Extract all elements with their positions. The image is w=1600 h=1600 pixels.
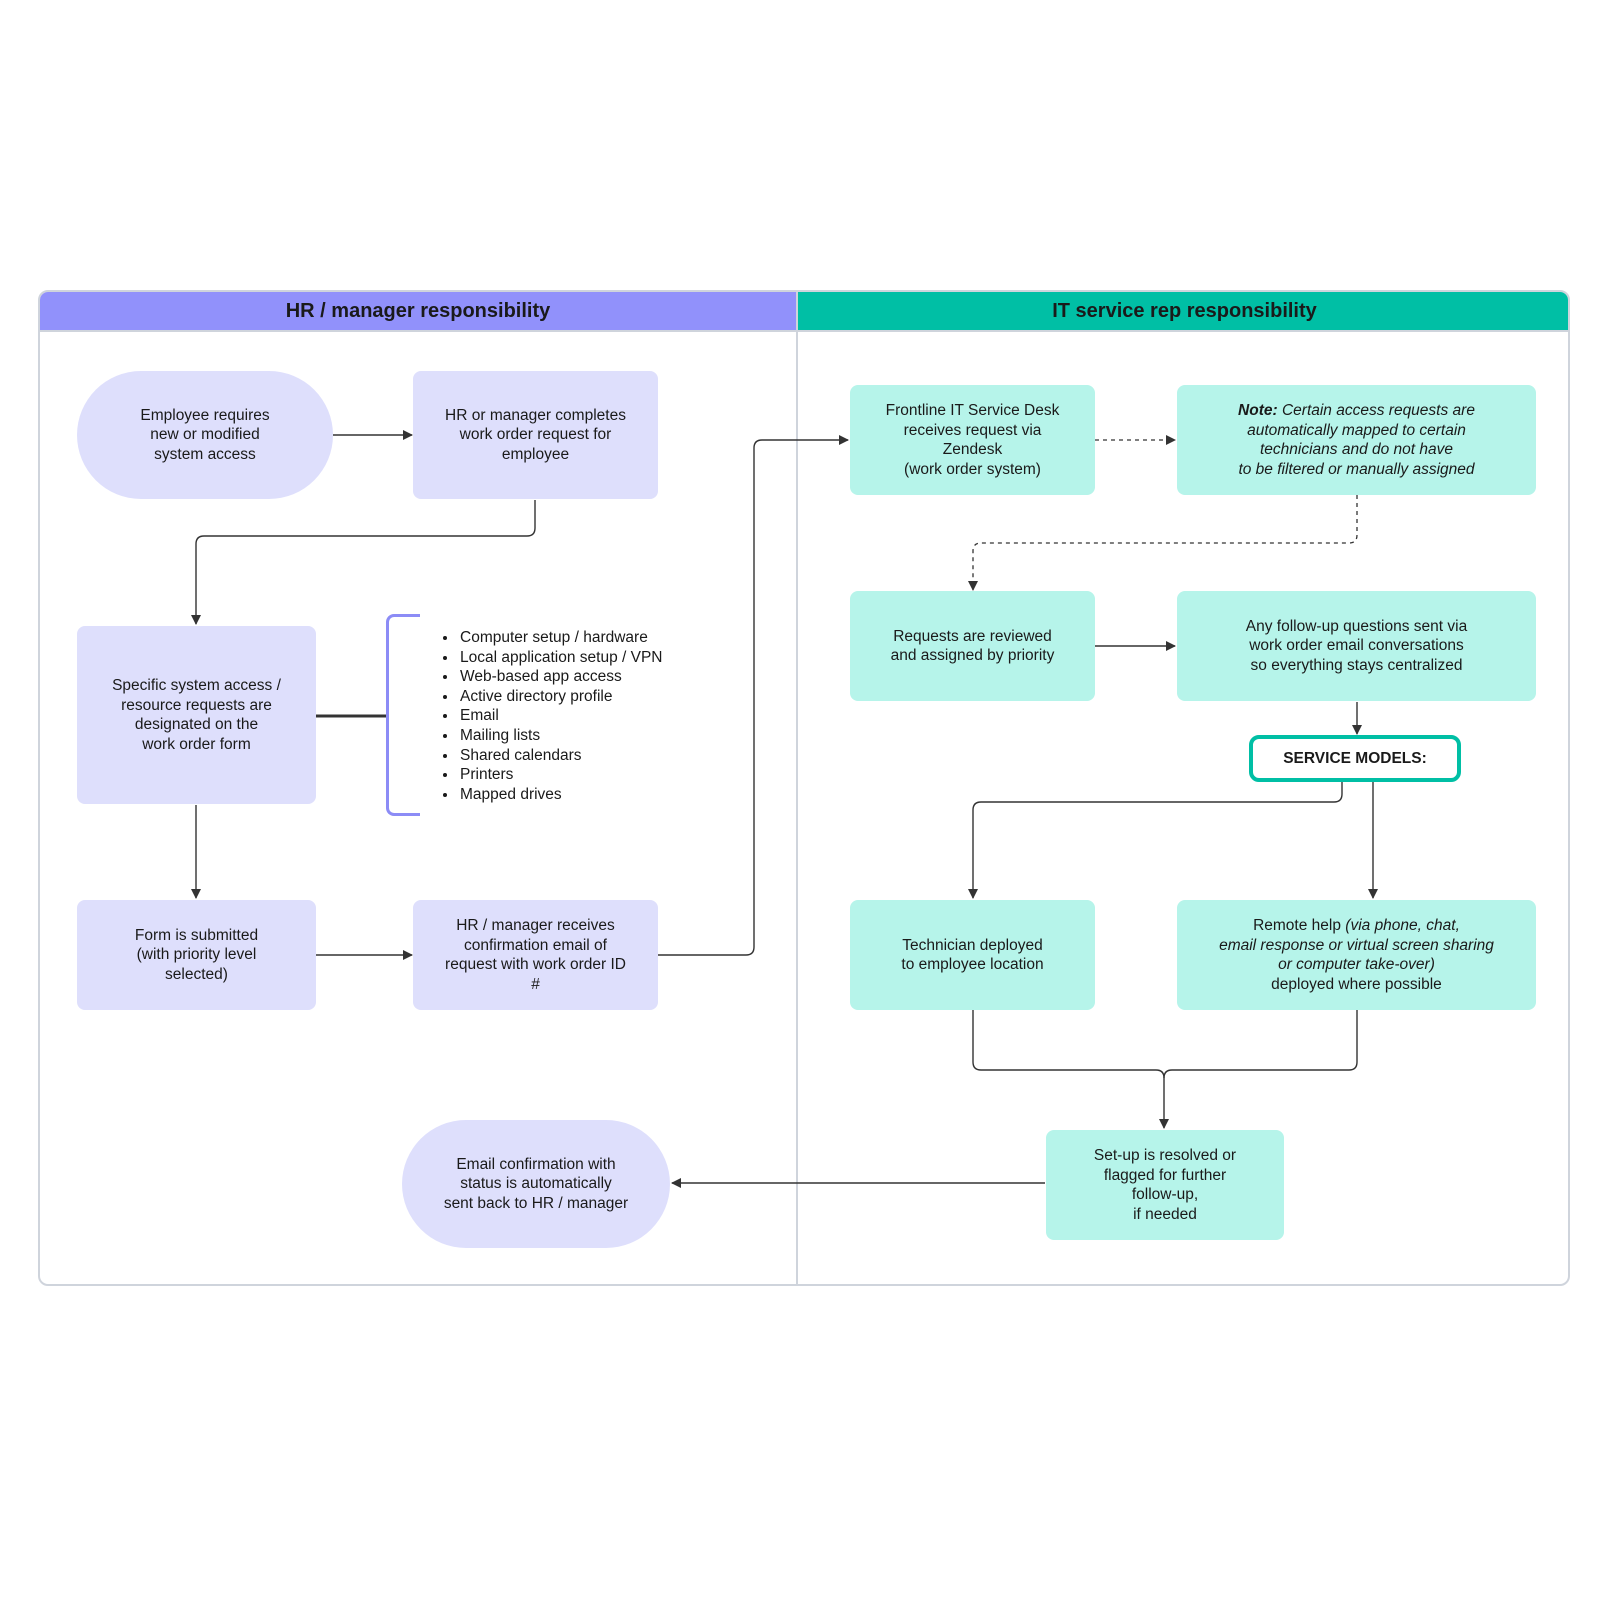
resource-list-item: Mapped drives xyxy=(458,785,662,805)
node-technician-deployed: Technician deployed to employee location xyxy=(850,900,1095,1010)
resource-list-item: Active directory profile xyxy=(458,687,662,707)
node-form-submitted: Form is submitted (with priority level s… xyxy=(77,900,316,1010)
node-text: SERVICE MODELS: xyxy=(1283,749,1427,767)
node-text: Specific system access / resource reques… xyxy=(112,677,281,753)
node-followup-questions: Any follow-up questions sent via work or… xyxy=(1177,591,1536,701)
node-service-models: SERVICE MODELS: xyxy=(1249,735,1461,782)
node-hr-receives-confirmation: HR / manager receives confirmation email… xyxy=(413,900,658,1010)
resource-list-item: Computer setup / hardware xyxy=(458,628,662,648)
node-note-auto-mapped: Note: Certain access requests are automa… xyxy=(1177,385,1536,495)
lane-header-hr: HR / manager responsibility xyxy=(40,292,796,332)
resource-list-item: Shared calendars xyxy=(458,746,662,766)
node-text: Frontline IT Service Desk receives reque… xyxy=(885,402,1060,478)
node-frontline-service-desk: Frontline IT Service Desk receives reque… xyxy=(850,385,1095,495)
node-requests-reviewed: Requests are reviewed and assigned by pr… xyxy=(850,591,1095,701)
lane-divider xyxy=(796,292,798,1284)
node-text: Set-up is resolved or flagged for furthe… xyxy=(1093,1147,1237,1223)
node-email-confirmation-sent: Email confirmation with status is automa… xyxy=(402,1120,670,1248)
node-text: HR / manager receives confirmation email… xyxy=(445,917,626,993)
node-text: Requests are reviewed and assigned by pr… xyxy=(890,627,1055,665)
remote-suffix: deployed where possible xyxy=(1271,975,1442,993)
resource-list-item: Web-based app access xyxy=(458,667,662,687)
resource-list-item: Local application setup / VPN xyxy=(458,648,662,668)
node-text: Remote help (via phone, chat, email resp… xyxy=(1219,916,1494,994)
resource-list-item: Email xyxy=(458,706,662,726)
node-text: Technician deployed to employee location xyxy=(901,936,1044,974)
node-specific-system-access: Specific system access / resource reques… xyxy=(77,626,316,804)
resource-list-item: Printers xyxy=(458,765,662,785)
node-setup-resolved: Set-up is resolved or flagged for furthe… xyxy=(1046,1130,1284,1240)
node-text: Form is submitted (with priority level s… xyxy=(134,926,259,983)
node-text: Employee requires new or modified system… xyxy=(140,406,270,463)
note-label: Note: xyxy=(1238,402,1278,419)
node-text: HR or manager completes work order reque… xyxy=(445,406,626,463)
remote-prefix: Remote help xyxy=(1253,917,1346,934)
node-text: Note: Certain access requests are automa… xyxy=(1238,401,1475,479)
node-remote-help: Remote help (via phone, chat, email resp… xyxy=(1177,900,1536,1010)
node-employee-requires-access: Employee requires new or modified system… xyxy=(77,371,333,499)
note-text-line1: Certain access requests are xyxy=(1277,402,1475,419)
note-text-rest: automatically mapped to certain technici… xyxy=(1238,421,1475,478)
node-text: Any follow-up questions sent via work or… xyxy=(1245,617,1468,674)
resource-list-bracket xyxy=(386,614,420,816)
node-text: Email confirmation with status is automa… xyxy=(443,1155,629,1212)
resource-list-item: Mailing lists xyxy=(458,726,662,746)
node-hr-completes-request: HR or manager completes work order reque… xyxy=(413,371,658,499)
lane-header-it: IT service rep responsibility xyxy=(797,292,1568,332)
resource-list: Computer setup / hardware Local applicat… xyxy=(434,628,662,804)
